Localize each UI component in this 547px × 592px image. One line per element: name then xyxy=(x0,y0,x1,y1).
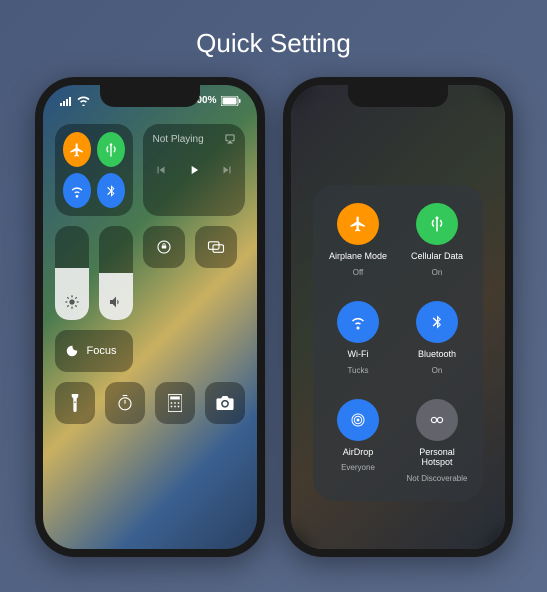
cellular-label: Cellular Data xyxy=(411,251,463,262)
calculator-icon xyxy=(168,394,182,412)
cellular-data-button[interactable] xyxy=(97,132,125,167)
flashlight-icon xyxy=(70,394,80,412)
wifi-toggle[interactable] xyxy=(337,301,379,343)
bluetooth-label: Bluetooth xyxy=(418,349,456,360)
airdrop-status: Everyone xyxy=(341,463,375,472)
connectivity-tile[interactable] xyxy=(55,124,133,216)
wifi-button[interactable] xyxy=(63,173,91,208)
airplane-icon xyxy=(349,215,367,233)
airdrop-toggle[interactable] xyxy=(337,399,379,441)
airplane-icon xyxy=(69,142,85,158)
screen-mirroring-button[interactable] xyxy=(195,226,237,268)
airdrop-label: AirDrop xyxy=(343,447,374,458)
signal-icon xyxy=(59,96,73,106)
wifi-icon xyxy=(349,313,367,331)
airplane-mode-toggle[interactable] xyxy=(337,203,379,245)
previous-icon[interactable] xyxy=(153,163,169,177)
wifi-label: Wi-Fi xyxy=(348,349,369,360)
volume-slider[interactable] xyxy=(99,226,133,320)
phone-mockup-right: Airplane Mode Off Cellular Data On Wi-Fi… xyxy=(283,77,513,557)
hotspot-label: Personal Hotspot xyxy=(404,447,471,469)
next-icon[interactable] xyxy=(219,163,235,177)
rotation-lock-icon xyxy=(155,238,173,256)
hotspot-item[interactable]: Personal Hotspot Not Discoverable xyxy=(404,399,471,484)
notch xyxy=(100,85,200,107)
calculator-button[interactable] xyxy=(155,382,195,424)
page-title: Quick Setting xyxy=(0,0,547,59)
hotspot-toggle[interactable] xyxy=(416,399,458,441)
focus-button[interactable]: Focus xyxy=(55,330,133,372)
wifi-status-icon xyxy=(77,96,90,106)
hotspot-icon xyxy=(428,411,446,429)
bluetooth-icon xyxy=(104,184,118,198)
bluetooth-status: On xyxy=(432,366,443,375)
timer-icon xyxy=(116,394,134,412)
bluetooth-button[interactable] xyxy=(97,173,125,208)
airplane-mode-item[interactable]: Airplane Mode Off xyxy=(325,203,392,277)
brightness-slider[interactable] xyxy=(55,226,89,320)
brightness-icon xyxy=(64,294,80,310)
volume-icon xyxy=(108,294,124,310)
cellular-data-item[interactable]: Cellular Data On xyxy=(404,203,471,277)
bluetooth-icon xyxy=(429,314,445,330)
airdrop-item[interactable]: AirDrop Everyone xyxy=(325,399,392,484)
wifi-status: Tucks xyxy=(347,366,368,375)
media-tile[interactable]: Not Playing xyxy=(143,124,245,216)
connectivity-expanded-panel: Airplane Mode Off Cellular Data On Wi-Fi… xyxy=(313,185,483,501)
hotspot-status: Not Discoverable xyxy=(407,474,468,483)
focus-label: Focus xyxy=(87,345,117,357)
flashlight-button[interactable] xyxy=(55,382,95,424)
focus-icon xyxy=(65,344,79,358)
airplay-icon[interactable] xyxy=(223,132,237,146)
bluetooth-item[interactable]: Bluetooth On xyxy=(404,301,471,375)
cellular-status: On xyxy=(432,268,443,277)
notch xyxy=(348,85,448,107)
screen-mirroring-icon xyxy=(207,240,225,254)
rotation-lock-button[interactable] xyxy=(143,226,185,268)
antenna-icon xyxy=(428,215,446,233)
cellular-data-toggle[interactable] xyxy=(416,203,458,245)
phone-mockup-left: 100% xyxy=(35,77,265,557)
battery-icon xyxy=(221,96,241,106)
airplane-mode-button[interactable] xyxy=(63,132,91,167)
airplane-status: Off xyxy=(353,268,364,277)
camera-button[interactable] xyxy=(205,382,245,424)
antenna-icon xyxy=(103,142,119,158)
timer-button[interactable] xyxy=(105,382,145,424)
airdrop-icon xyxy=(349,411,367,429)
wifi-item[interactable]: Wi-Fi Tucks xyxy=(325,301,392,375)
camera-icon xyxy=(216,396,234,410)
bluetooth-toggle[interactable] xyxy=(416,301,458,343)
play-icon[interactable] xyxy=(187,163,201,177)
wifi-icon xyxy=(69,183,85,199)
airplane-label: Airplane Mode xyxy=(329,251,387,262)
